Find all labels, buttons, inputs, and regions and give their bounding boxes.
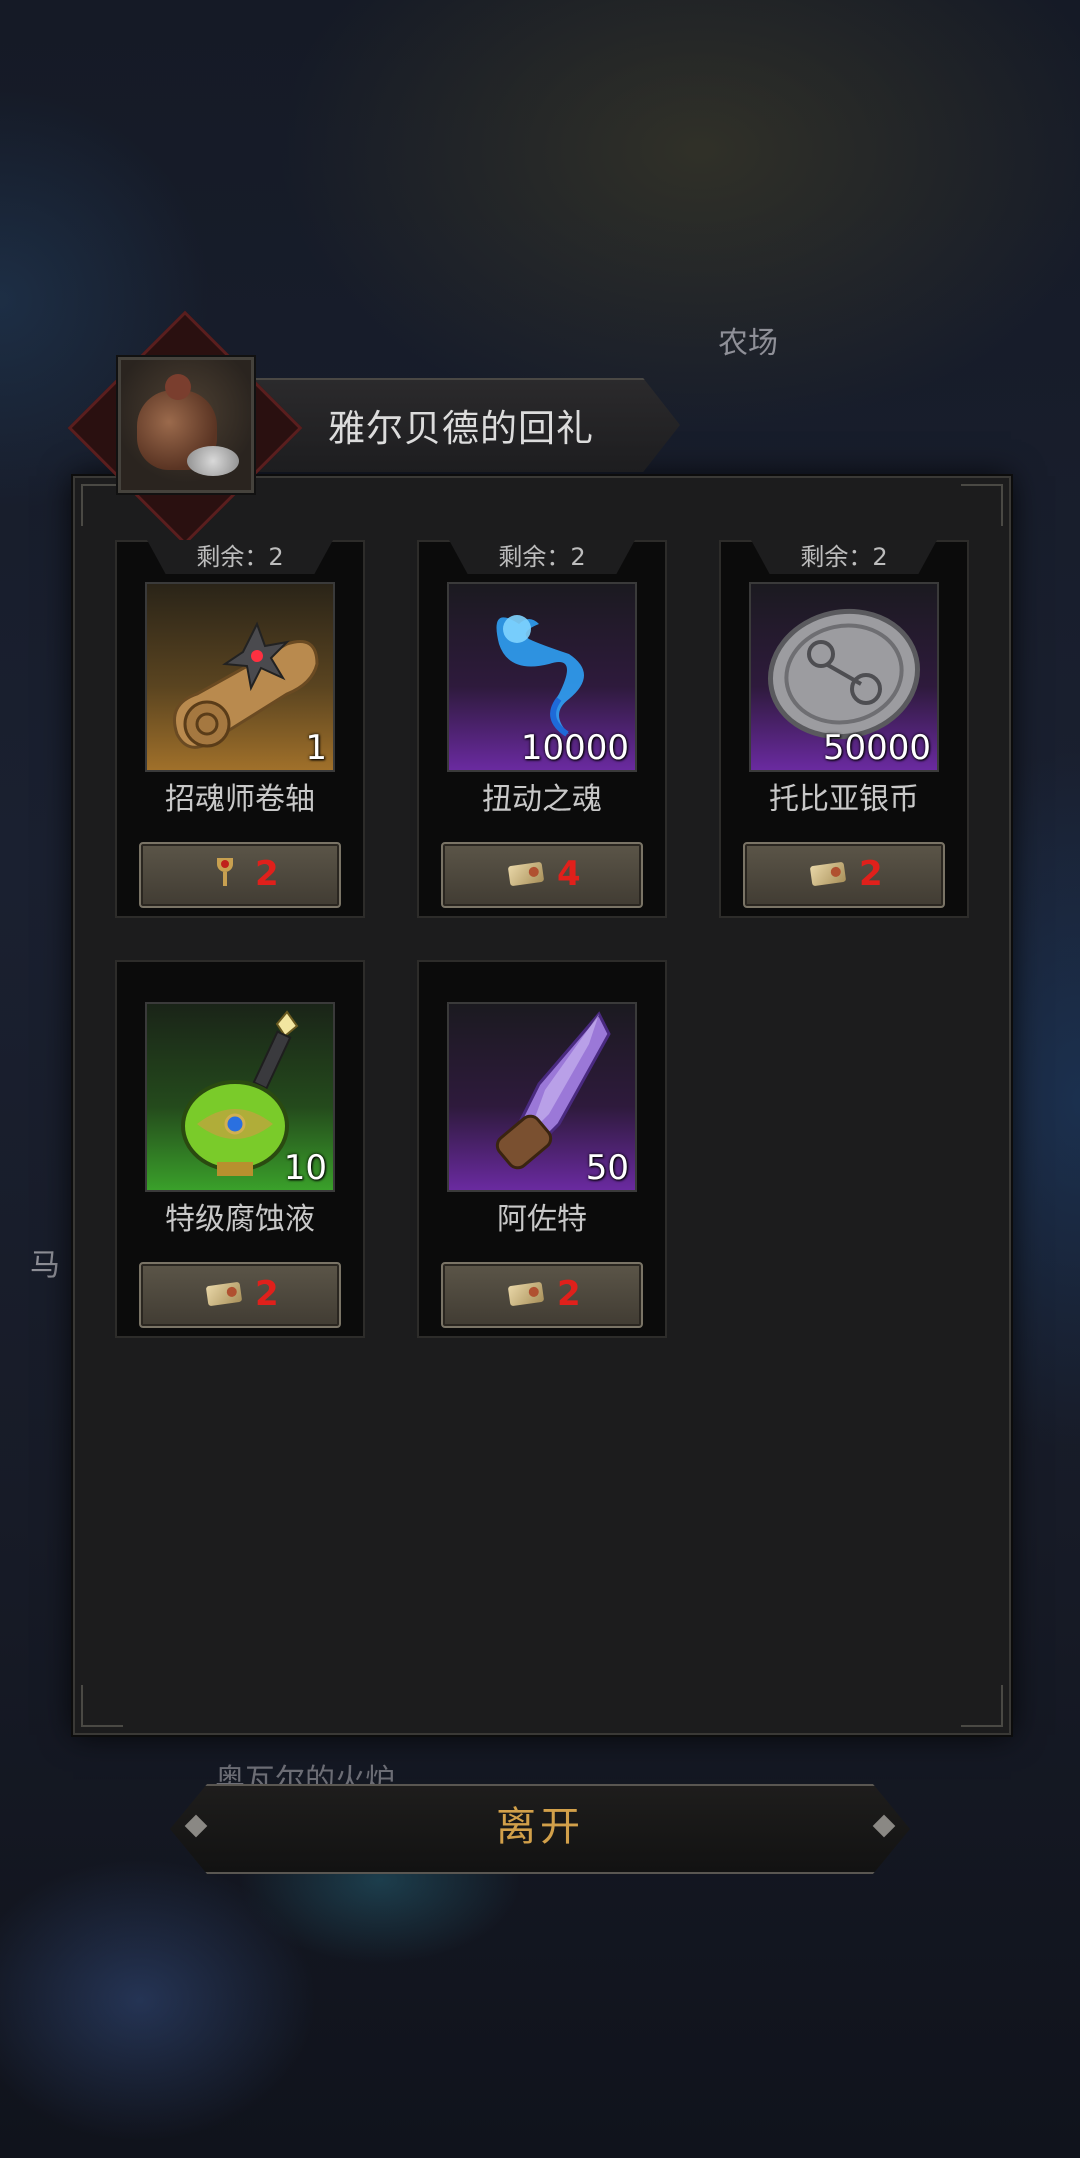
crystal-icon: 50: [447, 1002, 637, 1192]
item-card[interactable]: 剩余：2 10000 扭动之魂 4: [417, 540, 667, 918]
exit-button[interactable]: 离开: [170, 1784, 910, 1870]
remaining-count: 剩余：2: [751, 540, 937, 574]
exchange-button[interactable]: 2: [139, 842, 341, 908]
ticket-icon: [809, 858, 847, 888]
bg-label-farm: 农场: [718, 326, 778, 361]
corner-ornament: [81, 484, 123, 526]
bg-label-ma: 马: [30, 1248, 60, 1283]
item-card[interactable]: 剩余：2 1 招魂师卷轴 2: [115, 540, 365, 918]
item-card[interactable]: 50 阿佐特 2: [417, 960, 667, 1338]
item-card[interactable]: 10 特级腐蚀液 2: [115, 960, 365, 1338]
item-quantity: 10: [283, 1148, 327, 1188]
item-name: 招魂师卷轴: [165, 782, 315, 817]
item-quantity: 50000: [822, 728, 931, 768]
exchange-cost: 2: [255, 1274, 279, 1314]
corner-ornament: [961, 484, 1003, 526]
corner-ornament: [81, 1685, 123, 1727]
item-name: 阿佐特: [497, 1202, 587, 1237]
item-name: 特级腐蚀液: [165, 1202, 315, 1237]
item-quantity: 50: [585, 1148, 629, 1188]
exchange-cost: 2: [859, 854, 883, 894]
exchange-cost: 2: [557, 1274, 581, 1314]
dialog-title: 雅尔贝德的回礼: [328, 407, 594, 450]
exchange-cost: 4: [557, 854, 581, 894]
item-card[interactable]: 剩余：2 50000 托比亚银币 2: [719, 540, 969, 918]
exchange-button[interactable]: 2: [743, 842, 945, 908]
exchange-button[interactable]: 2: [441, 1262, 643, 1328]
remaining-count: 剩余：2: [147, 540, 333, 574]
item-name: 扭动之魂: [482, 782, 602, 817]
remaining-count: 剩余：2: [449, 540, 635, 574]
corner-ornament: [961, 1685, 1003, 1727]
exchange-button[interactable]: 2: [139, 1262, 341, 1328]
ticket-icon: [205, 1278, 243, 1308]
exchange-cost: 2: [255, 854, 279, 894]
item-quantity: 1: [305, 728, 327, 768]
blue-soul-icon: 10000: [447, 582, 637, 772]
item-name: 托比亚银币: [769, 782, 919, 817]
scroll-icon: 1: [145, 582, 335, 772]
silver-coin-icon: 50000: [749, 582, 939, 772]
item-quantity: 10000: [520, 728, 629, 768]
potion-icon: 10: [145, 1002, 335, 1192]
goblet-icon: [207, 858, 243, 888]
ticket-icon: [507, 1278, 545, 1308]
coin-bag-icon: [116, 355, 256, 495]
ticket-icon: [507, 858, 545, 888]
exchange-button[interactable]: 4: [441, 842, 643, 908]
